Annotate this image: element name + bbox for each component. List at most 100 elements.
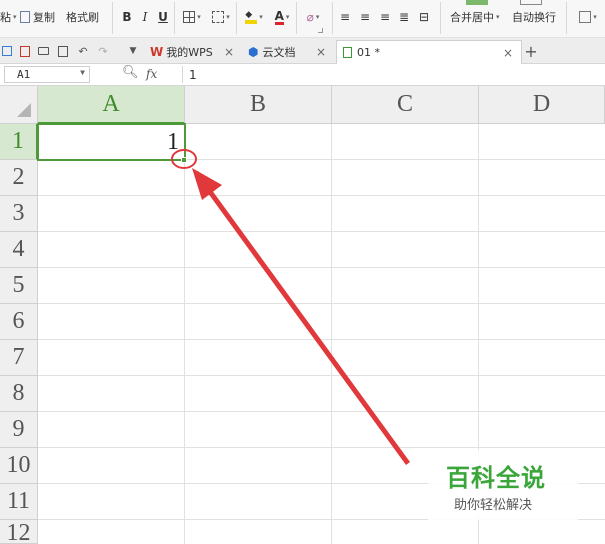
row-header-12[interactable]: 12	[0, 520, 38, 544]
row-header-2[interactable]: 2	[0, 160, 38, 196]
row-header-9[interactable]: 9	[0, 412, 38, 448]
row-header-11[interactable]: 11	[0, 484, 38, 520]
new-tab-plus-icon[interactable]: +	[524, 42, 538, 61]
select-all-corner[interactable]	[0, 86, 38, 124]
number-format-icon	[579, 11, 592, 23]
watermark-title: 百科全说	[446, 464, 546, 492]
borders-button[interactable]: ▾	[178, 8, 206, 26]
gridline	[331, 124, 332, 544]
distributed-button[interactable]: ⊟	[416, 8, 432, 26]
formula-bar: A1 ▼ 🔍︎ fx 1	[0, 64, 605, 86]
row-header-3[interactable]: 3	[0, 196, 38, 232]
ribbon-toolbar: 粘 ▾ 复制 格式刷 B I U ▾ ▾ ◆ ▾ A ▾ ⌀ ▾ ≡ ≡ ≡ ≣ ⊟ 合…	[0, 0, 605, 38]
justify-icon: ≣	[398, 10, 410, 24]
align-right-button[interactable]: ≡	[378, 8, 392, 26]
copy-icon	[20, 11, 30, 23]
row-header-1[interactable]: 1	[0, 124, 38, 160]
wps-logo-icon: W	[150, 45, 164, 59]
quick-access-dropdown-icon[interactable]: ▼	[126, 44, 140, 58]
format-painter-button[interactable]: 格式刷	[66, 8, 99, 26]
row-header-5[interactable]: 5	[0, 268, 38, 304]
gridline	[38, 375, 605, 376]
wrap-text-button[interactable]: 自动换行	[512, 8, 556, 26]
sheet-file-icon	[343, 47, 352, 58]
insert-function-icon[interactable]: fx	[146, 67, 157, 81]
column-header-d[interactable]: D	[479, 86, 605, 124]
align-left-button[interactable]: ≡	[338, 8, 352, 26]
align-center-icon: ≡	[359, 10, 371, 24]
gridline	[38, 231, 605, 232]
print-icon[interactable]	[36, 44, 50, 58]
justify-button[interactable]: ≣	[397, 8, 411, 26]
divider	[332, 2, 333, 34]
watermark-subtitle: 助你轻松解决	[454, 498, 533, 513]
gridline	[184, 124, 185, 544]
divider	[112, 2, 113, 34]
save-icon[interactable]	[0, 44, 14, 58]
fill-handle[interactable]	[181, 157, 187, 163]
document-tab-bar: ↶ ↷ ▼ W 我的WPS × ⬢ 云文档 × 01 * × +	[0, 38, 605, 64]
undo-icon[interactable]: ↶	[76, 44, 90, 58]
row-header-4[interactable]: 4	[0, 232, 38, 268]
gridline	[38, 195, 605, 196]
merge-center-icon	[466, 0, 488, 5]
column-header-c[interactable]: C	[332, 86, 479, 124]
cell-style-button[interactable]: ▾	[206, 8, 236, 26]
zoom-search-icon[interactable]: 🔍︎	[122, 65, 139, 80]
close-icon[interactable]: ×	[224, 45, 234, 59]
align-right-icon: ≡	[379, 10, 391, 24]
font-color-button[interactable]: A ▾	[268, 8, 296, 26]
tab-cloud-docs[interactable]: ⬢ 云文档 ×	[242, 40, 334, 64]
row-header-7[interactable]: 7	[0, 340, 38, 376]
gridline	[38, 447, 605, 448]
cell-style-icon	[212, 11, 225, 23]
clear-format-button[interactable]: ⌀ ▾	[300, 8, 326, 26]
close-icon[interactable]: ×	[503, 46, 513, 60]
gridline	[38, 267, 605, 268]
italic-button[interactable]: I	[138, 8, 152, 26]
font-color-icon: A	[274, 8, 284, 25]
gridline	[38, 411, 605, 412]
paste-icon: 粘	[0, 11, 11, 24]
divider	[440, 2, 441, 34]
eraser-icon: ⌀	[306, 10, 314, 24]
close-icon[interactable]: ×	[316, 45, 326, 59]
column-header-a[interactable]: A	[38, 86, 185, 124]
bold-button[interactable]: B	[120, 8, 134, 26]
number-format-button[interactable]: ▾	[574, 8, 602, 26]
chevron-down-icon[interactable]: ▼	[80, 68, 85, 77]
fill-color-button[interactable]: ◆ ▾	[240, 8, 268, 26]
column-header-b[interactable]: B	[185, 86, 332, 124]
paste-button[interactable]: 粘 ▾	[0, 8, 17, 26]
wrap-text-icon	[520, 0, 542, 5]
gridline	[38, 303, 605, 304]
align-center-button[interactable]: ≡	[358, 8, 372, 26]
divider	[174, 2, 175, 34]
merge-center-button[interactable]: 合并居中 ▾	[450, 8, 500, 26]
divider	[566, 2, 567, 34]
selection-border	[37, 123, 186, 161]
redo-icon[interactable]: ↷	[96, 44, 110, 58]
row-header-10[interactable]: 10	[0, 448, 38, 484]
copy-button[interactable]: 复制	[20, 8, 55, 26]
print-preview-icon[interactable]	[56, 44, 70, 58]
distributed-align-icon: ⊟	[418, 10, 430, 24]
name-box[interactable]: A1 ▼	[4, 66, 90, 83]
divider	[236, 2, 237, 34]
export-pdf-icon[interactable]	[18, 44, 32, 58]
tab-my-wps[interactable]: W 我的WPS ×	[144, 40, 242, 64]
tab-sheet-01[interactable]: 01 * ×	[336, 40, 522, 64]
borders-icon	[183, 11, 196, 23]
gridline	[38, 339, 605, 340]
fill-bucket-icon: ◆	[245, 10, 258, 24]
row-header-8[interactable]: 8	[0, 376, 38, 412]
cloud-doc-icon: ⬢	[248, 45, 259, 59]
row-header-6[interactable]: 6	[0, 304, 38, 340]
formula-input[interactable]: 1	[182, 66, 602, 83]
dialog-launcher-icon[interactable]	[318, 28, 323, 33]
select-all-triangle-icon	[17, 103, 31, 117]
align-left-icon: ≡	[339, 10, 351, 24]
watermark: 百科全说 助你轻松解决	[428, 450, 578, 520]
divider	[296, 2, 297, 34]
underline-button[interactable]: U	[156, 8, 170, 26]
